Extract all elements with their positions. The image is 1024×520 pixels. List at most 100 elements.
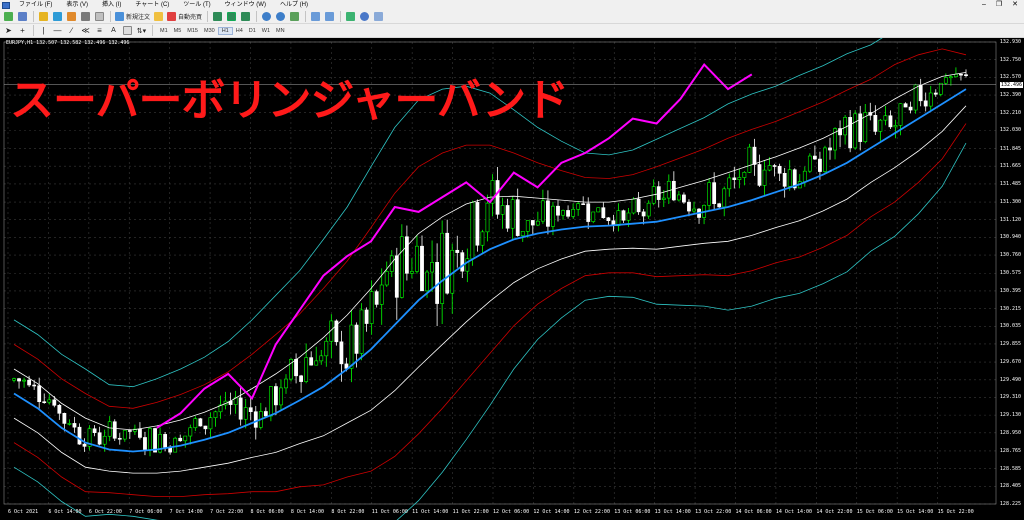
auto-scroll-button[interactable] <box>324 11 335 22</box>
equidistant-channel-button[interactable]: ≪ <box>80 25 91 36</box>
candle-body <box>661 197 666 200</box>
fibonacci-icon: ≡ <box>97 26 102 35</box>
candle-body <box>480 231 485 246</box>
menu-tools[interactable]: ツール (T) <box>176 0 217 10</box>
timeframe-d1[interactable]: D1 <box>246 28 259 34</box>
crosshair-button[interactable]: + <box>17 25 28 36</box>
timeframe-m5[interactable]: M5 <box>171 28 185 34</box>
metaeditor-button[interactable] <box>153 11 164 22</box>
x-tick-label: 15 Oct 06:00 <box>856 509 893 515</box>
menu-insert[interactable]: 挿入 (I) <box>95 0 128 10</box>
candle-body <box>551 205 555 227</box>
candle-body <box>727 177 732 190</box>
horizontal-line-button[interactable]: — <box>52 25 63 36</box>
new-chart-button[interactable] <box>3 11 14 22</box>
candle-body <box>485 202 490 233</box>
navigator-button[interactable] <box>66 11 77 22</box>
timeframe-m15[interactable]: M15 <box>184 28 201 34</box>
zoom-in-button[interactable] <box>261 11 272 22</box>
candle-body <box>22 379 26 382</box>
text-icon: A <box>111 27 116 34</box>
fibonacci-button[interactable]: ≡ <box>94 25 105 36</box>
auto-trading-label: 自動売買 <box>178 15 203 21</box>
market-watch-button[interactable] <box>38 11 49 22</box>
menu-file[interactable]: ファイル (F) <box>12 0 59 10</box>
auto-trading-icon <box>167 12 177 21</box>
templates-button[interactable] <box>373 11 384 22</box>
data-window-button[interactable] <box>52 11 63 22</box>
candle-body <box>626 212 631 221</box>
candle-body <box>722 188 727 208</box>
candle-body <box>525 220 530 232</box>
candle-body <box>495 180 500 215</box>
candle-body <box>671 180 676 201</box>
x-tick-label: 7 Oct 14:00 <box>169 509 203 515</box>
timeframe-h4[interactable]: H4 <box>233 28 246 34</box>
timeframe-h1[interactable]: H1 <box>217 26 233 35</box>
candle-body <box>812 155 817 160</box>
candle-body <box>772 165 777 167</box>
candle-body <box>515 199 520 236</box>
restore-icon[interactable]: ❐ <box>996 0 1002 10</box>
menu-help[interactable]: ヘルプ (H) <box>273 0 315 10</box>
arrows-button[interactable]: ⇅▾ <box>136 25 147 36</box>
y-tick-label: 128.765 <box>999 447 1021 454</box>
zoom-out-button[interactable] <box>275 11 286 22</box>
x-tick-label: 8 Oct 14:00 <box>290 509 325 515</box>
timeframe-m1[interactable]: M1 <box>157 28 171 34</box>
timeframe-w1[interactable]: W1 <box>259 28 273 34</box>
profiles-button[interactable] <box>17 11 28 22</box>
menu-bar: ファイル (F) 表示 (V) 挿入 (I) チャート (C) ツール (T) … <box>0 0 1024 10</box>
x-tick-label: 13 Oct 22:00 <box>695 509 732 515</box>
vertical-line-button[interactable]: | <box>38 25 49 36</box>
periods-button[interactable] <box>359 11 370 22</box>
candle-body <box>747 146 752 173</box>
x-tick-label: 8 Oct 22:00 <box>331 509 365 515</box>
tester-icon <box>95 12 104 21</box>
candle-body <box>143 437 147 450</box>
candle-body <box>354 324 359 354</box>
menu-window[interactable]: ウィンドウ (W) <box>218 0 273 10</box>
menu-chart[interactable]: チャート (C) <box>128 0 176 10</box>
text-button[interactable]: A <box>108 25 119 36</box>
candlestick-button[interactable] <box>226 11 237 22</box>
candle-body <box>948 76 953 79</box>
candle-body <box>475 202 480 246</box>
line-chart-button[interactable] <box>240 11 251 22</box>
candlestick-icon <box>227 12 237 21</box>
minimize-icon[interactable]: – <box>982 0 986 10</box>
cursor-button[interactable]: ➤ <box>3 25 14 36</box>
clock-icon <box>360 12 370 21</box>
trendline-button[interactable]: ∕ <box>66 25 77 36</box>
toolbar-divider <box>305 11 307 22</box>
menu-view[interactable]: 表示 (V) <box>59 0 95 10</box>
tile-windows-button[interactable] <box>289 11 300 22</box>
candle-body <box>903 103 908 108</box>
candle-body <box>32 384 37 387</box>
bar-chart-button[interactable] <box>212 11 223 22</box>
candle-body <box>928 92 933 107</box>
auto-trading-button[interactable]: 自動売買 <box>167 11 202 22</box>
candle-body <box>198 418 203 427</box>
new-order-button[interactable]: 新規注文 <box>115 11 150 22</box>
text-label-button[interactable] <box>122 25 133 36</box>
candle-body <box>279 387 283 406</box>
candle-body <box>933 92 938 95</box>
terminal-button[interactable] <box>80 11 91 22</box>
close-icon[interactable]: ✕ <box>1012 0 1018 10</box>
candle-body <box>47 399 52 403</box>
tester-button[interactable] <box>94 11 105 22</box>
x-tick-label: 14 Oct 14:00 <box>775 509 813 515</box>
timeframe-m30[interactable]: M30 <box>201 28 218 34</box>
candle-body <box>163 434 168 448</box>
indicators-button[interactable] <box>345 11 356 22</box>
candle-body <box>374 291 379 305</box>
timeframe-mn[interactable]: MN <box>273 28 288 34</box>
chart-shift-button[interactable] <box>310 11 321 22</box>
candle-body <box>510 199 515 229</box>
tile-windows-icon <box>290 12 300 21</box>
x-tick-label: 12 Oct 06:00 <box>493 509 530 515</box>
price-chart[interactable]: EURJPY,H1 132.507 132.582 132.496 132.49… <box>0 38 1024 520</box>
y-tick-label: 129.130 <box>999 412 1021 419</box>
candle-body <box>309 357 314 366</box>
